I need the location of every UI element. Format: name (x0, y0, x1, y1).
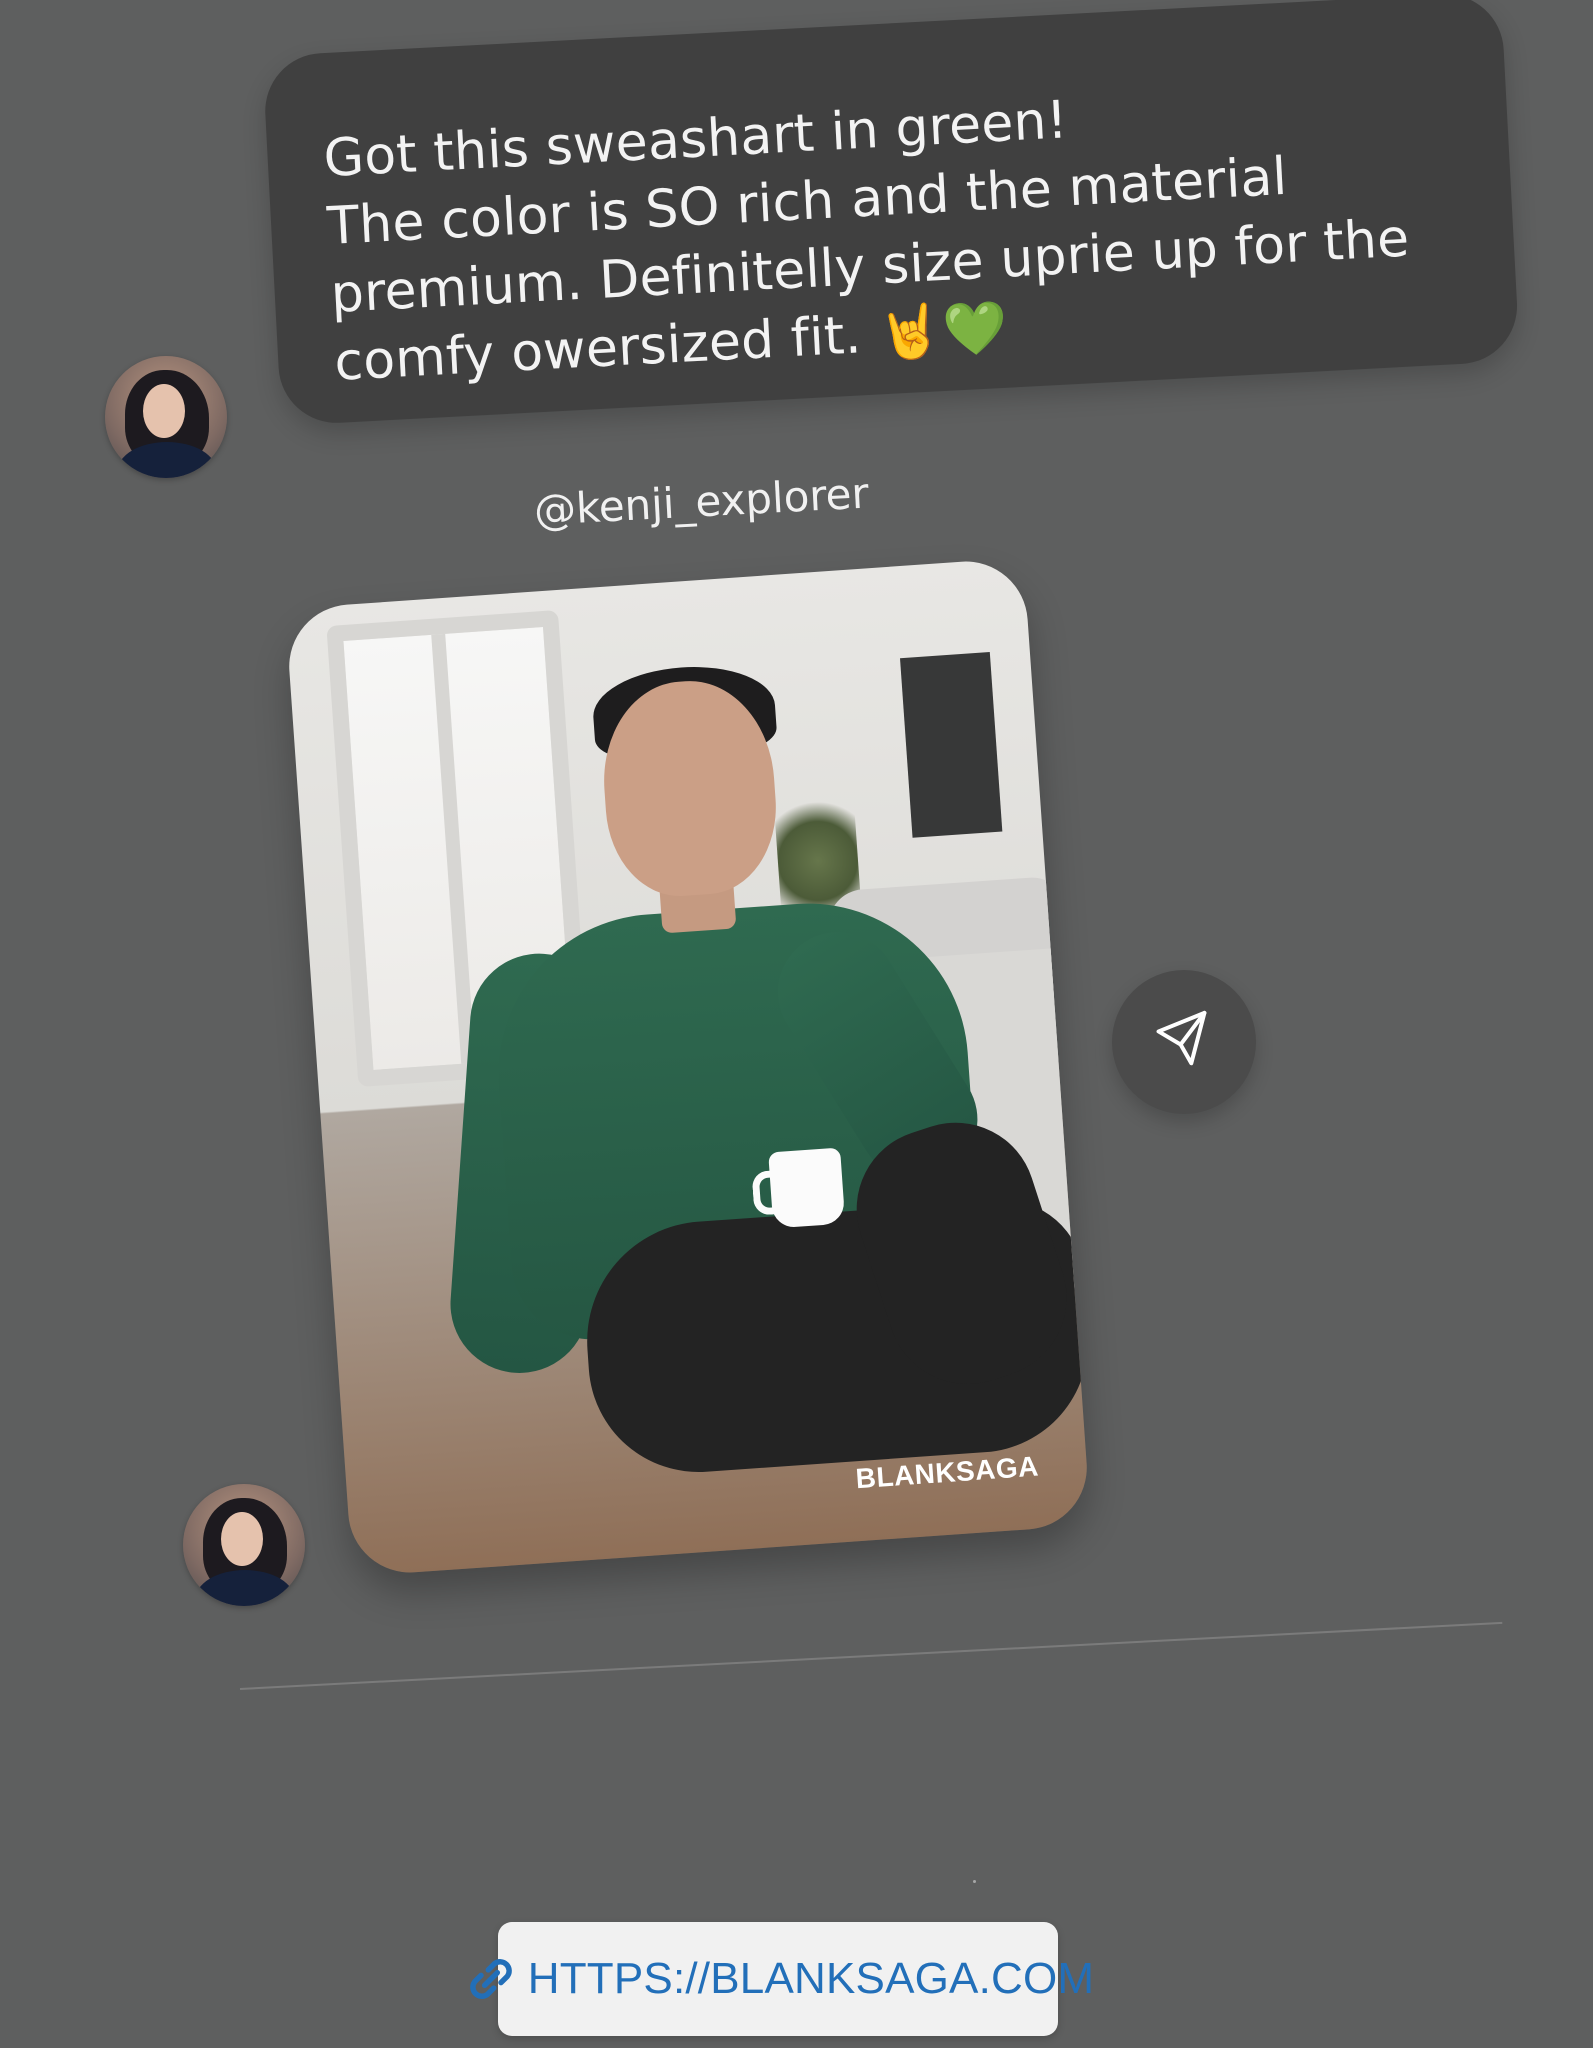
share-button[interactable] (1112, 970, 1256, 1114)
divider (239, 1621, 1503, 1690)
avatar (183, 1484, 305, 1606)
coffee-mug (768, 1147, 846, 1229)
avatar-face (143, 384, 185, 438)
avatar (105, 356, 227, 478)
room-dark-panel (900, 651, 1003, 838)
tiny-dot (973, 1880, 976, 1883)
username[interactable]: @kenji_explorer (533, 468, 870, 534)
message-text: Got this sweashart in green! The color i… (322, 90, 1411, 393)
post-image[interactable]: BLANKSAGA (285, 557, 1091, 1577)
message-bubble: Got this sweashart in green! The color i… (262, 0, 1520, 426)
link-pill[interactable]: HTTPS://BLANKSAGA.COM (469, 1922, 1094, 2036)
link-text: HTTPS://BLANKSAGA.COM (527, 1954, 1095, 2003)
send-icon (1152, 1008, 1216, 1076)
avatar-face (221, 1512, 263, 1566)
link-icon (462, 1950, 520, 2008)
